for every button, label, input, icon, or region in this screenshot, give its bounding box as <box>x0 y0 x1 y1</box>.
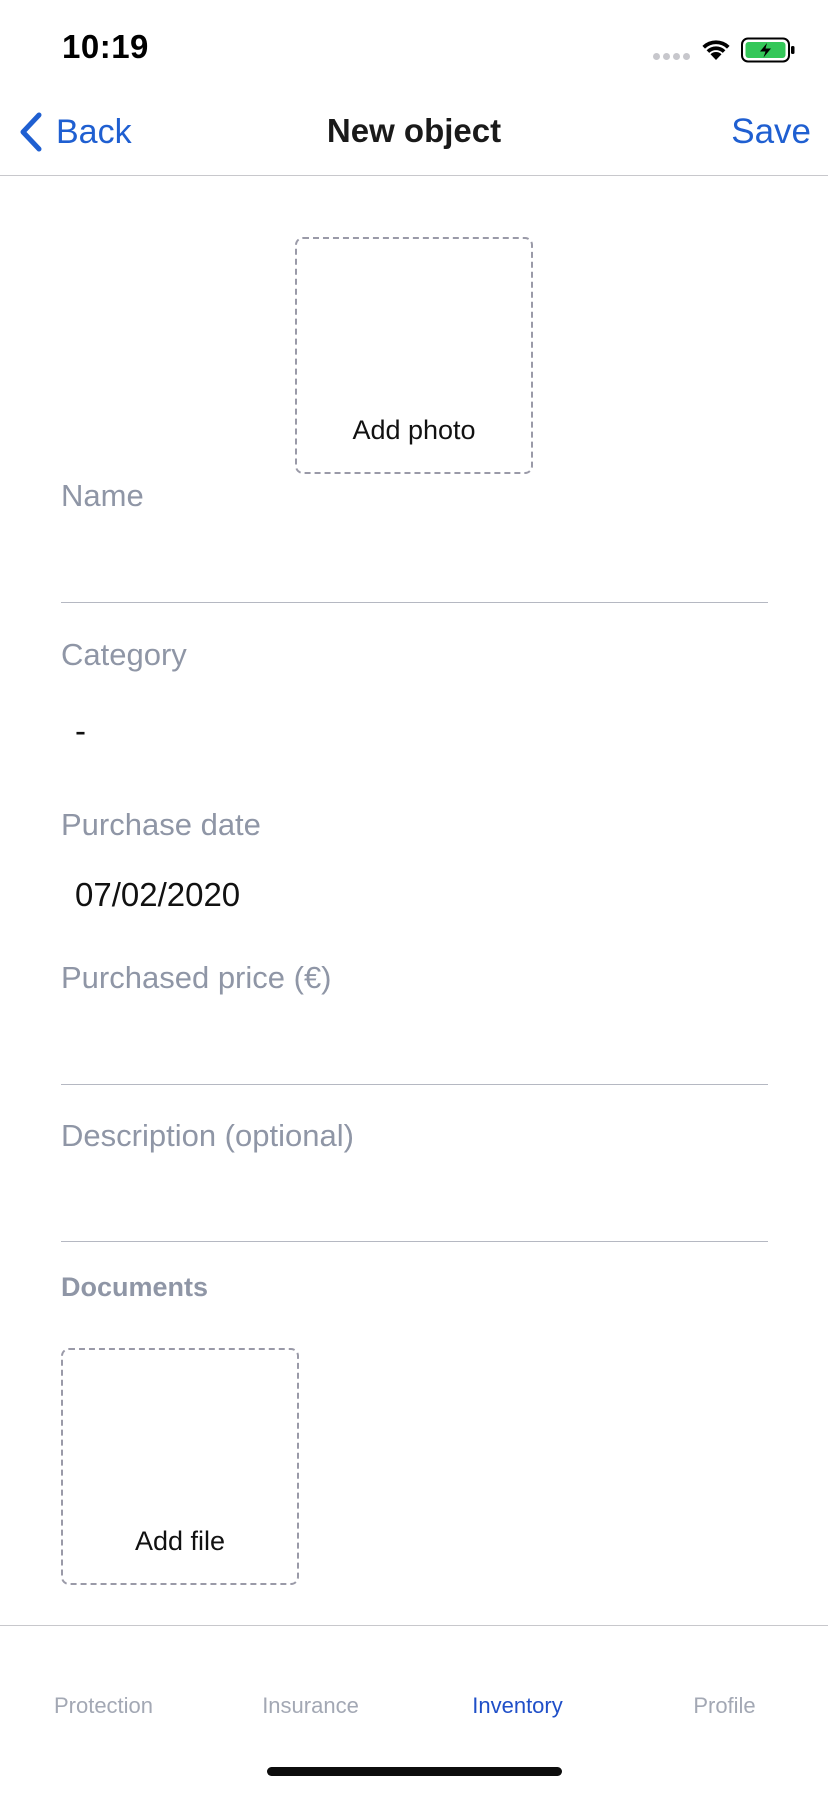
name-divider <box>61 602 768 603</box>
navigation-bar: Back New object Save <box>0 100 828 176</box>
purchase-date-label: Purchase date <box>61 807 261 842</box>
battery-charging-icon <box>741 37 795 63</box>
wifi-icon <box>702 40 730 60</box>
add-photo-label: Add photo <box>352 415 476 445</box>
purchased-price-input[interactable] <box>61 1022 768 1074</box>
category-label: Category <box>61 637 187 672</box>
purchase-date-field[interactable]: 07/02/2020 <box>75 876 240 914</box>
documents-heading: Documents <box>61 1272 209 1302</box>
cellular-signal-icon <box>653 53 690 60</box>
add-file-button[interactable]: Add file <box>61 1348 299 1585</box>
description-input[interactable] <box>61 1180 768 1232</box>
save-button[interactable]: Save <box>731 112 811 152</box>
status-time: 10:19 <box>62 28 149 65</box>
tab-inventory[interactable]: Inventory <box>414 1693 621 1719</box>
home-indicator <box>267 1767 562 1776</box>
description-divider <box>61 1241 768 1242</box>
add-photo-button[interactable]: Add photo <box>295 237 533 474</box>
status-bar: 10:19 <box>0 0 828 100</box>
category-select[interactable]: - <box>75 712 86 750</box>
tab-insurance[interactable]: Insurance <box>207 1693 414 1719</box>
purchased-price-label: Purchased price (€) <box>61 960 332 995</box>
name-input[interactable] <box>61 540 768 592</box>
description-label: Description (optional) <box>61 1118 354 1153</box>
tab-protection[interactable]: Protection <box>0 1693 207 1719</box>
name-label: Name <box>61 478 144 513</box>
add-file-label: Add file <box>134 1526 226 1556</box>
purchased-price-divider <box>61 1084 768 1085</box>
page-title: New object <box>326 112 502 149</box>
tab-profile[interactable]: Profile <box>621 1693 828 1719</box>
